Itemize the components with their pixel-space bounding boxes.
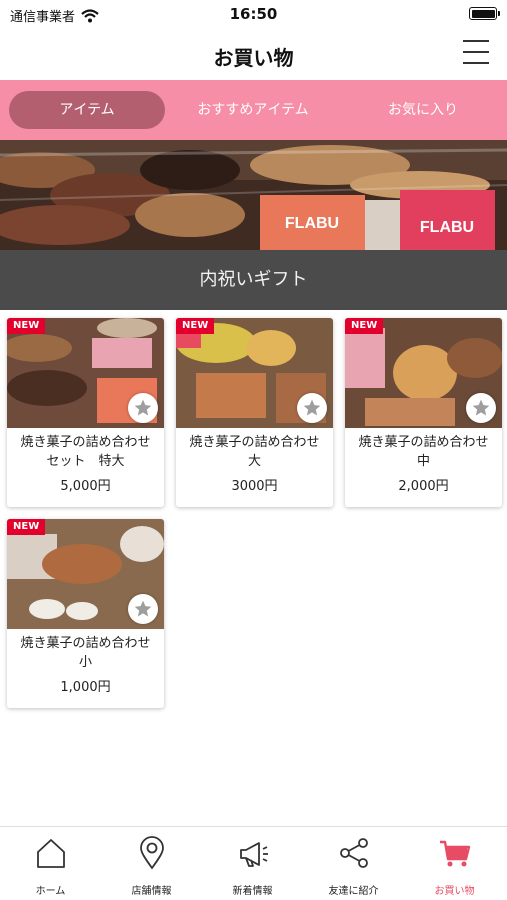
nav-refer-friend[interactable]: 友達に紹介 — [303, 827, 404, 900]
favorite-star-icon[interactable] — [297, 393, 327, 423]
new-badge: NEW — [7, 519, 46, 535]
new-badge: NEW — [345, 318, 384, 334]
nav-home[interactable]: ホーム — [0, 827, 101, 900]
category-header: 内祝いギフト — [0, 250, 507, 310]
banner-image: FLABU FLABU — [0, 140, 507, 250]
new-badge: NEW — [7, 318, 46, 334]
nav-label: ホーム — [35, 886, 66, 897]
product-card[interactable]: NEW 焼き菓子の詰め合わせ セット 特大 5,000円 — [7, 318, 164, 507]
product-card[interactable]: NEW 焼き菓子の詰め合わせ 中 2,000円 — [345, 318, 502, 507]
nav-label: お買い物 — [434, 886, 475, 897]
map-pin-icon — [140, 836, 164, 870]
product-card[interactable]: NEW 焼き菓子の詰め合わせ 大 3000円 — [176, 318, 333, 507]
page-title: お買い物 — [213, 46, 294, 70]
nav-store-info[interactable]: 店舗情報 — [101, 827, 202, 900]
banner-label-2: FLABU — [420, 219, 474, 236]
favorite-star-icon[interactable] — [128, 393, 158, 423]
new-badge: NEW — [176, 318, 215, 334]
megaphone-icon — [240, 842, 268, 867]
bottom-tab-bar: ホーム 店舗情報 新着情報 友達に紹介 お買い物 — [0, 826, 507, 900]
nav-label: 店舗情報 — [131, 886, 172, 897]
tab-favorites[interactable]: お気に入り — [345, 91, 501, 129]
product-price: 5,000円 — [60, 479, 111, 494]
app-header: お買い物 — [0, 28, 507, 80]
product-name: 焼き菓子の詰め合わせ 小 — [20, 636, 151, 670]
nav-label: 友達に紹介 — [328, 886, 379, 897]
tab-recommended[interactable]: おすすめアイテム — [175, 91, 331, 129]
battery-icon — [469, 7, 500, 20]
status-bar: 通信事業者 16:50 — [0, 0, 507, 28]
product-name: 焼き菓子の詰め合わせ セット 特大 — [20, 435, 151, 469]
product-card[interactable]: NEW 焼き菓子の詰め合わせ 小 1,000円 — [7, 519, 164, 708]
status-time: 16:50 — [229, 5, 278, 23]
product-price: 1,000円 — [60, 680, 111, 695]
product-name: 焼き菓子の詰め合わせ 大 — [189, 435, 320, 469]
share-icon — [340, 838, 368, 868]
hamburger-menu-icon[interactable] — [463, 40, 489, 66]
tab-items[interactable]: アイテム — [9, 91, 165, 129]
nav-shopping[interactable]: お買い物 — [404, 827, 505, 900]
product-price: 3000円 — [231, 479, 278, 494]
nav-news[interactable]: 新着情報 — [202, 827, 303, 900]
favorite-star-icon[interactable] — [466, 393, 496, 423]
home-icon — [37, 839, 65, 868]
product-price: 2,000円 — [398, 479, 449, 494]
product-name: 焼き菓子の詰め合わせ 中 — [358, 435, 489, 469]
category-title: 内祝いギフト — [199, 269, 308, 290]
cart-icon — [440, 840, 471, 867]
tab-bar: アイテム おすすめアイテム お気に入り — [0, 80, 507, 140]
favorite-star-icon[interactable] — [128, 594, 158, 624]
banner-label-1: FLABU — [285, 215, 339, 232]
nav-label: 新着情報 — [232, 886, 273, 897]
